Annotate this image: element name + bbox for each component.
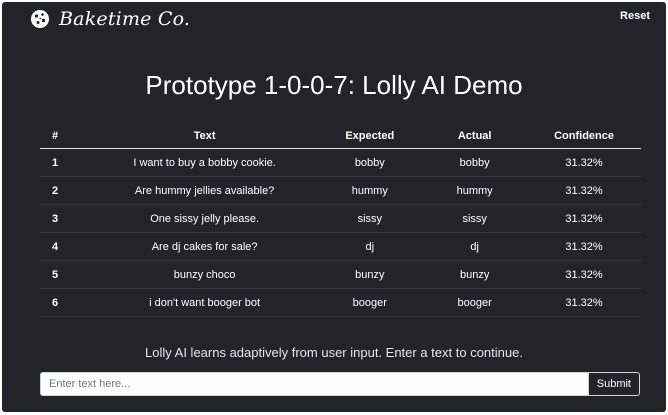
row-text: Are hummy jellies available? (91, 176, 318, 205)
app-window: Baketime Co. Reset Prototype 1-0-0-7: Lo… (2, 2, 666, 412)
row-text: bunzy choco (91, 260, 318, 289)
table-row: 6 i don't want booger bot booger booger … (40, 288, 641, 317)
table-row: 4 Are dj cakes for sale? dj dj 31.32% (40, 232, 641, 261)
row-index: 6 (40, 288, 92, 317)
row-actual: booger (422, 288, 528, 317)
row-confidence: 31.32% (527, 176, 641, 205)
text-input[interactable] (40, 372, 589, 396)
row-expected: hummy (317, 176, 423, 205)
table-row: 5 bunzy choco bunzy bunzy 31.32% (40, 260, 641, 289)
row-text: One sissy jelly please. (91, 204, 318, 233)
table-header-row: # Text Expected Actual Confidence (40, 124, 641, 149)
column-header-expected: Expected (317, 124, 423, 149)
column-header-confidence: Confidence (527, 124, 641, 149)
row-expected: booger (317, 288, 423, 317)
row-index: 5 (40, 260, 92, 289)
row-expected: sissy (317, 204, 423, 233)
column-header-actual: Actual (422, 124, 528, 149)
row-text: I want to buy a bobby cookie. (91, 148, 318, 177)
row-actual: hummy (422, 176, 528, 205)
row-confidence: 31.32% (527, 260, 641, 289)
row-text: Are dj cakes for sale? (91, 232, 318, 261)
row-actual: dj (422, 232, 528, 261)
row-expected: bunzy (317, 260, 423, 289)
row-index: 2 (40, 176, 92, 205)
row-confidence: 31.32% (527, 288, 641, 317)
info-text: Lolly AI learns adaptively from user inp… (145, 345, 523, 360)
row-confidence: 31.32% (527, 232, 641, 261)
row-index: 3 (40, 204, 92, 233)
reset-button[interactable]: Reset (620, 10, 650, 22)
row-actual: sissy (422, 204, 528, 233)
column-header-text: Text (91, 124, 318, 149)
row-expected: dj (317, 232, 423, 261)
table-row: 2 Are hummy jellies available? hummy hum… (40, 176, 641, 205)
brand[interactable]: Baketime Co. (30, 8, 190, 30)
submit-button[interactable]: Submit (588, 372, 640, 396)
row-expected: bobby (317, 148, 423, 177)
row-actual: bunzy (422, 260, 528, 289)
results-table: # Text Expected Actual Confidence 1 I wa… (40, 124, 641, 317)
brand-name: Baketime Co. (59, 8, 191, 30)
column-header-index: # (40, 124, 92, 149)
row-index: 4 (40, 232, 92, 261)
page-title: Prototype 1-0-0-7: Lolly AI Demo (145, 70, 523, 100)
row-confidence: 31.32% (527, 204, 641, 233)
text-input-group: Submit (40, 372, 640, 396)
row-text: i don't want booger bot (91, 288, 318, 317)
row-confidence: 31.32% (527, 148, 641, 177)
cookie-icon (31, 10, 49, 28)
row-index: 1 (40, 148, 92, 177)
row-actual: bobby (422, 148, 528, 177)
table-row: 1 I want to buy a bobby cookie. bobby bo… (40, 148, 641, 177)
table-row: 3 One sissy jelly please. sissy sissy 31… (40, 204, 641, 233)
